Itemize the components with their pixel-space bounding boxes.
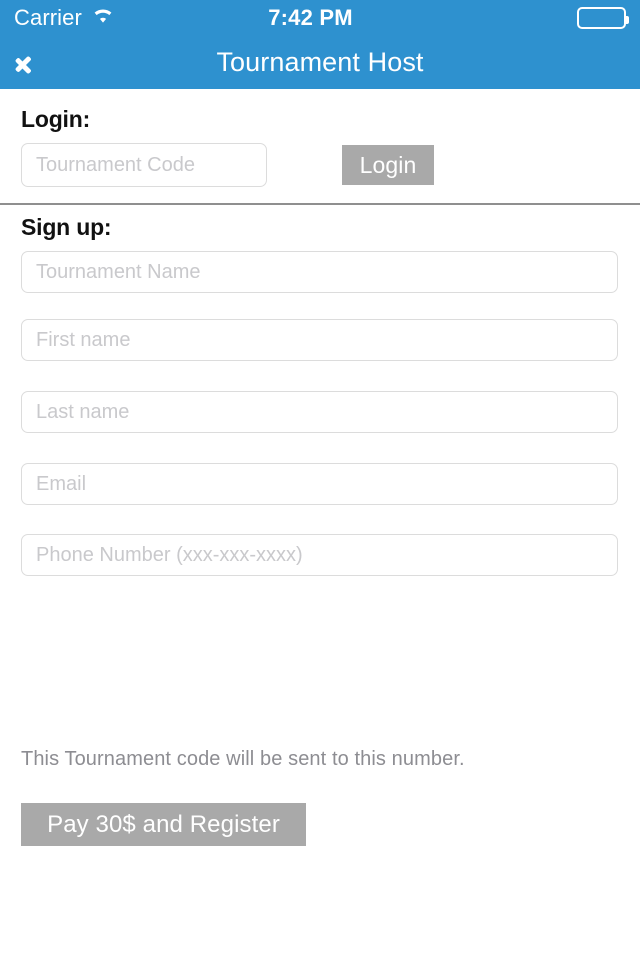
tournament-name-input[interactable] — [21, 251, 618, 293]
phone-helper-text: This Tournament code will be sent to thi… — [21, 748, 465, 770]
battery-cap — [626, 16, 629, 24]
clock-label: 7:42 PM — [268, 4, 353, 30]
first-name-input[interactable] — [21, 319, 618, 361]
tournament-code-input[interactable] — [21, 143, 267, 187]
status-bar-right — [506, 7, 629, 29]
nav-bar: Tournament Host — [0, 36, 640, 89]
login-button[interactable]: Login — [342, 145, 434, 185]
carrier-label: Carrier — [14, 5, 82, 30]
battery-icon — [577, 7, 629, 29]
back-button[interactable] — [8, 36, 66, 89]
main-content: Login: Login Sign up: This Tournament co… — [0, 89, 640, 960]
last-name-input[interactable] — [21, 391, 618, 433]
page-title: Tournament Host — [216, 47, 424, 77]
status-bar-left: Carrier — [14, 7, 115, 30]
pay-and-register-button[interactable]: Pay 30$ and Register — [21, 803, 306, 846]
email-input[interactable] — [21, 463, 618, 505]
app-screen: Carrier 7:42 PM Tournament Host Login: T… — [0, 0, 640, 960]
wifi-icon — [91, 7, 115, 30]
chevron-left-icon — [29, 48, 46, 78]
status-bar-center: 7:42 PM — [115, 4, 506, 30]
phone-number-input[interactable] — [21, 534, 618, 576]
login-row: Login — [0, 143, 640, 193]
status-bar: Carrier 7:42 PM — [0, 0, 640, 36]
section-divider — [0, 203, 640, 205]
login-heading: Login: — [21, 106, 91, 132]
signup-heading: Sign up: — [21, 214, 112, 240]
